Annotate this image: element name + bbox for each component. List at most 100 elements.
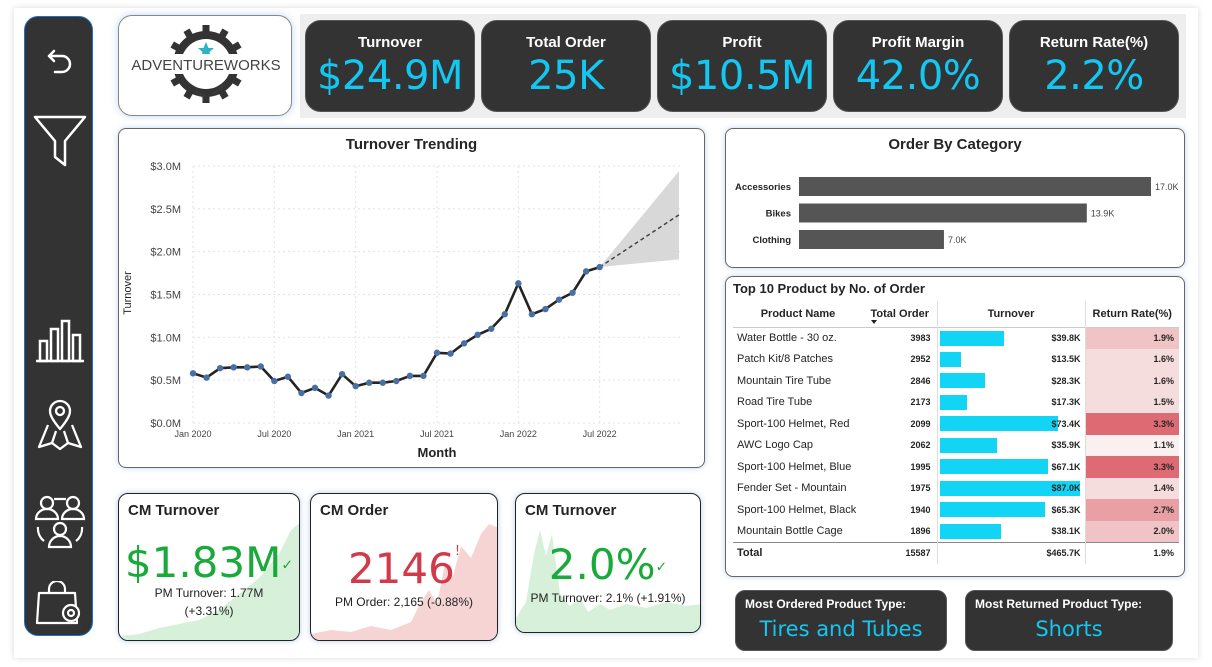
kpi-value: 2.2% [1044,53,1144,99]
table-row[interactable]: Mountain Tire Tube 2846 $28.3K 1.6% [733,370,1179,392]
data-point[interactable] [447,350,454,357]
sort-desc-icon[interactable] [871,320,877,324]
data-point[interactable] [216,364,224,372]
data-point[interactable] [501,311,508,318]
data-point[interactable] [488,325,495,332]
table-row[interactable]: AWC Logo Cap 2062 $35.9K 1.1% [733,434,1179,456]
turnover-value: $17.3K [1051,397,1081,408]
total-orders: 15587 [863,542,938,564]
category-label: Accessories [735,182,791,193]
cm-return-rate-value: 2.0%✓ [548,540,668,589]
cell-return-rate: 1.6% [1085,370,1179,392]
most-returned-type-value: Shorts [1035,617,1103,641]
order-by-category-chart[interactable]: Accessories 17.0K Bikes 13.9K Clothing 7.0K [726,157,1186,267]
cell-turnover: $17.3K [937,391,1086,413]
top-products-table: Product Name Total Order Turnover Return… [733,301,1179,564]
data-point[interactable] [189,370,197,377]
table-row[interactable]: Fender Set - Mountain 1975 $87.0K 1.4% [733,477,1179,499]
cell-total-order: 1896 [863,520,938,542]
category-label: Bikes [766,209,791,220]
data-point[interactable] [230,364,237,371]
cell-product-name: Mountain Tire Tube [737,374,832,387]
total-turnover: $465.7K [937,542,1086,564]
table-row[interactable]: Water Bottle - 30 oz. 3983 $39.8K 1.9% [733,327,1179,349]
turnover-value: $65.3K [1051,504,1081,515]
turnover-databar [939,373,985,388]
category-bar[interactable] [799,177,1151,196]
cell-turnover: $87.0K [937,477,1086,499]
data-point[interactable] [542,305,549,313]
data-point[interactable] [366,379,373,386]
x-axis-label: Month [418,445,457,460]
cell-product-name: Sport-100 Helmet, Red [737,417,850,430]
category-bar[interactable] [799,203,1087,223]
data-point[interactable] [420,372,427,380]
cell-return-rate: 1.6% [1085,348,1179,370]
cell-product-name: Sport-100 Helmet, Black [737,503,857,516]
product-bag-view-icon[interactable] [25,581,94,627]
data-point[interactable] [393,377,400,385]
data-point[interactable] [244,364,251,371]
col-product-name[interactable]: Product Name [733,301,863,327]
table-row[interactable]: Road Tire Tube 2173 $17.3K 1.5% [733,391,1179,413]
turnover-line [192,265,601,398]
data-point[interactable] [257,363,264,370]
data-point[interactable] [474,331,481,338]
map-location-icon[interactable] [25,399,94,451]
data-point[interactable] [569,289,576,296]
table-row[interactable]: Patch Kit/8 Patches 2952 $13.5K 1.6% [733,348,1179,370]
table-row[interactable]: Sport-100 Helmet, Black 1940 $65.3K 2.7% [733,499,1179,521]
y-tick-label: $2.0M [150,247,181,259]
filter-funnel-icon[interactable] [25,115,94,167]
col-return-rate[interactable]: Return Rate(%) [1085,301,1179,327]
cell-turnover: $65.3K [937,499,1086,521]
category-bar[interactable] [799,230,944,249]
x-tick-label: Jan 2022 [500,429,537,439]
col-turnover[interactable]: Turnover [937,301,1086,327]
kpi-value: 42.0% [855,53,981,99]
check-icon: ✓ [655,559,668,576]
data-point[interactable] [284,373,292,380]
table-row[interactable]: Sport-100 Helmet, Blue 1995 $67.1K 3.3% [733,456,1179,478]
turnover-databar [939,437,998,453]
data-point[interactable] [338,370,346,378]
data-point[interactable] [325,392,332,399]
cell-return-rate: 1.9% [1085,327,1179,349]
back-arrow-icon[interactable] [25,45,94,75]
x-tick-label: Jul 2021 [420,429,454,439]
x-tick-label: Jul 2022 [583,429,617,439]
table-row[interactable]: Sport-100 Helmet, Red 2099 $73.4K 3.3% [733,413,1179,435]
data-point[interactable] [515,280,522,287]
data-point[interactable] [433,349,441,356]
data-point[interactable] [528,311,536,318]
data-point[interactable] [203,374,210,381]
cm-return-rate-title: CM Turnover [525,502,617,519]
y-axis-label: Turnover [122,271,134,315]
data-point[interactable] [298,389,305,397]
data-point[interactable] [582,268,590,275]
cm-return-rate-card: CM Turnover 2.0%✓ PM Turnover: 2.1% (+1.… [515,493,701,633]
data-point[interactable] [555,296,563,303]
customers-network-icon[interactable] [25,493,94,551]
cm-turnover-sub1: PM Turnover: 1.77M [154,586,264,600]
bar-chart-icon[interactable] [25,319,94,363]
turnover-trending-title: Turnover Trending [345,136,478,153]
cell-total-order: 2952 [863,348,938,370]
kpi-value: 25K [528,53,604,99]
data-point[interactable] [596,263,603,271]
data-point[interactable] [406,372,414,380]
most-returned-type-label: Most Returned Product Type: [975,597,1143,611]
turnover-trending-chart[interactable]: $0.0M$0.5M$1.0M$1.5M$2.0M$2.5M$3.0M Jan … [119,153,706,467]
table-row[interactable]: Mountain Bottle Cage 1896 $38.1K 2.0% [733,520,1179,542]
data-point[interactable] [352,382,359,390]
most-ordered-type-value: Tires and Tubes [759,617,923,641]
cm-order-card: CM Order 2146! PM Order: 2,165 (-0.88%) [310,493,498,641]
kpi-title: Profit Margin [871,34,965,51]
data-point[interactable] [311,384,319,392]
data-point[interactable] [460,340,468,347]
turnover-databar [939,330,1004,346]
data-point[interactable] [271,377,278,385]
data-point[interactable] [379,379,386,386]
kpi-title: Return Rate(%) [1039,34,1149,51]
total-return-rate: 1.9% [1153,548,1174,559]
